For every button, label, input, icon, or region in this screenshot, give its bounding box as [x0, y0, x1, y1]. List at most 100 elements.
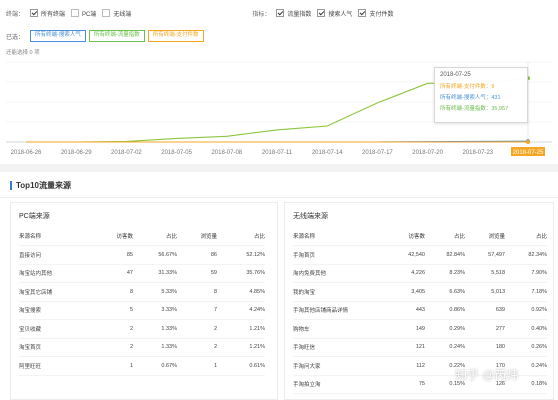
col-header: 占比 [217, 227, 265, 246]
checkbox-box[interactable] [102, 9, 111, 17]
table-row: 阿里旺旺 1 0.67% 1 0.61% [19, 356, 265, 376]
source-name-cell[interactable]: 手淘其他店铺商品详情 [293, 301, 387, 320]
source-name-cell[interactable]: 我的淘宝 [293, 282, 387, 302]
selected-row: 已选： 所有终端-搜索人气 所有终端-流量指数 所有终端-支付件数 [0, 27, 558, 45]
value-cell: 1.33% [133, 319, 177, 339]
value-cell: 7.90% [505, 264, 547, 283]
x-tick-label: 2018-07-17 [362, 150, 393, 156]
source-name-cell[interactable]: 手淘消息中心 [293, 393, 387, 400]
source-name-cell[interactable]: 手淘首页 [293, 245, 387, 265]
col-header[interactable]: 访客数 [387, 227, 425, 246]
source-name-cell[interactable]: 手淘拍立淘 [293, 375, 387, 394]
selected-tag-payment[interactable]: 所有终端-支付件数 [147, 30, 204, 42]
source-name-cell[interactable]: 淘宝搜索 [19, 301, 97, 320]
panel-title: PC端来源 [19, 213, 50, 220]
section-divider [0, 164, 558, 172]
value-cell: 0.29% [425, 319, 465, 339]
checkbox-box[interactable] [276, 9, 285, 17]
value-cell: 3.33% [133, 301, 177, 320]
value-cell: 639 [465, 301, 505, 320]
value-cell: 5 [97, 301, 133, 320]
col-header[interactable]: 访客数 [97, 227, 133, 246]
checkbox-search-popularity[interactable]: 搜索人气 [317, 9, 352, 18]
source-name-cell[interactable]: 淘宝站内其他 [19, 264, 97, 283]
value-cell: 1 [97, 356, 133, 376]
source-name-cell[interactable]: 直接访问 [19, 245, 97, 265]
table-row: 手淘消息中心380.07%1130.16% [293, 393, 547, 400]
value-cell: 38 [387, 393, 425, 400]
value-cell: 59 [177, 264, 217, 283]
value-cell: 1 [177, 356, 217, 376]
source-name-cell[interactable]: 手淘旺信 [293, 338, 387, 357]
checkbox-wireless[interactable]: 无线端 [102, 9, 131, 18]
value-cell: 57,497 [465, 245, 505, 265]
section-title: Top10流量来源 [16, 181, 71, 190]
value-cell: 2 [97, 319, 133, 339]
pc-source-table: 来源名称 访客数 占比 浏览量 占比 直接访问 85 56.67% 86 52.12% 淘… [19, 227, 265, 376]
checkbox-all-terminals[interactable]: 所有终端 [30, 9, 65, 18]
value-cell: 7 [177, 301, 217, 320]
x-tick-label: 2018-07-05 [161, 150, 192, 156]
table-header-row: 来源名称 访客数 占比 浏览量 占比 [19, 227, 265, 246]
col-header[interactable]: 浏览量 [177, 227, 217, 246]
terminal-label: 终端： [6, 11, 25, 18]
value-cell: 0.40% [505, 319, 547, 339]
selected-tag-search[interactable]: 所有终端-搜索人气 [30, 30, 86, 42]
value-cell: 47 [97, 264, 133, 283]
pc-source-panel: PC端来源 来源名称 访客数 占比 浏览量 占比 直接访问 85 56.67% 86 5… [10, 202, 278, 400]
value-cell: 0.24% [425, 338, 465, 357]
value-cell: 6.63% [425, 282, 465, 302]
checkbox-box[interactable] [71, 9, 80, 17]
selection-hint: 还能选择 0 项 [6, 50, 40, 56]
value-cell: 7.18% [505, 282, 547, 302]
source-name-cell[interactable]: 手淘问大家 [293, 356, 387, 376]
col-header[interactable]: 浏览量 [465, 227, 505, 246]
value-cell: 4.85% [217, 282, 265, 302]
value-cell: 0.16% [505, 393, 547, 400]
x-tick-label: 2018-06-29 [61, 150, 92, 156]
value-cell: 86 [177, 245, 217, 265]
chart-tooltip: 2018-07-25 所有终端-支付件数：9 所有终端-搜索人气：431 所有终… [434, 67, 528, 123]
value-cell: 0.92% [505, 301, 547, 320]
checkbox-box[interactable] [358, 9, 367, 17]
table-row: 淘宝首页 2 1.33% 2 1.21% [19, 338, 265, 357]
source-name-cell[interactable]: 淘宝首页 [19, 338, 97, 357]
value-cell: 35.76% [217, 264, 265, 283]
value-cell: 5.33% [133, 282, 177, 302]
data-point[interactable] [526, 139, 530, 144]
checkbox-box[interactable] [317, 9, 326, 17]
value-cell: 121 [387, 338, 425, 357]
value-cell: 1.33% [133, 338, 177, 357]
checkbox-pc[interactable]: PC端 [71, 9, 96, 18]
value-cell: 56.67% [133, 245, 177, 265]
x-tick-label: 2018-07-11 [262, 150, 293, 156]
table-row: 直接访问 85 56.67% 86 52.12% [19, 245, 265, 265]
table-row: 淘宝搜索 5 3.33% 7 4.24% [19, 301, 265, 320]
value-cell: 8.23% [425, 264, 465, 283]
value-cell: 85 [97, 245, 133, 265]
checkbox-label: 流量指数 [287, 11, 312, 18]
source-name-cell[interactable]: 淘内免费其他 [293, 264, 387, 283]
tooltip-row-search: 所有终端-搜索人气：431 [440, 95, 501, 101]
panel-title: 无线端来源 [293, 213, 328, 220]
x-tick-label: 2018-07-08 [211, 150, 242, 156]
source-name-cell[interactable]: 淘宝其它店铺 [19, 282, 97, 302]
checkbox-payment-count[interactable]: 支付件数 [358, 9, 393, 18]
selected-tag-traffic[interactable]: 所有终端-流量指数 [88, 30, 145, 42]
col-header: 占比 [425, 227, 465, 246]
checkbox-traffic-index[interactable]: 流量指数 [276, 9, 311, 18]
value-cell: 112 [387, 356, 425, 376]
table-row: 淘宝站内其他 47 31.33% 59 35.76% [19, 264, 265, 283]
tooltip-date: 2018-07-25 [440, 72, 471, 78]
value-cell: 149 [387, 319, 425, 339]
x-tick-label: 2018-06-26 [11, 150, 42, 156]
source-name-cell[interactable]: 宝贝收藏 [19, 319, 97, 339]
filter-row: 终端： 所有终端 PC端 无线端 指标： 流量指数 搜索人气 支付件数 [0, 0, 558, 26]
metric-label: 指标： [252, 11, 271, 18]
value-cell: 31.33% [133, 264, 177, 283]
value-cell: 2 [177, 338, 217, 357]
checkbox-box[interactable] [30, 9, 39, 17]
x-tick-label: 2018-07-14 [312, 150, 343, 156]
source-name-cell[interactable]: 购物车 [293, 319, 387, 339]
source-name-cell[interactable]: 阿里旺旺 [19, 356, 97, 376]
